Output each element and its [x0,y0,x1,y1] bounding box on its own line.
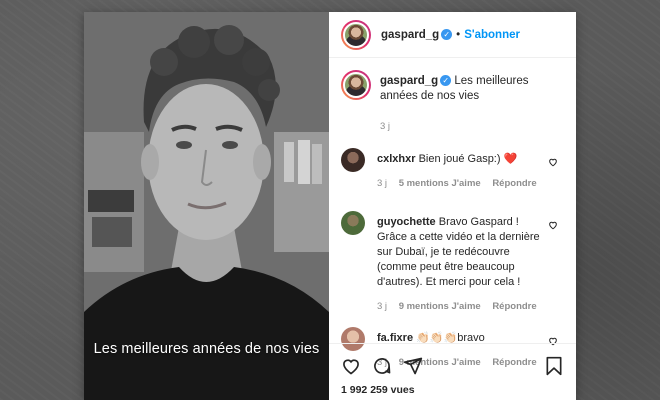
comment-time[interactable]: 3 j [377,301,387,312]
post-actions: 1 992 259 vues [329,343,576,400]
comment-item: cxlxhxr Bien joué Gasp:) ❤️ 3 j 5 mentio… [341,148,564,191]
share-icon[interactable] [403,356,423,376]
commenter-username[interactable]: guyochette [377,216,436,228]
comment-likes[interactable]: 5 mentions J'aime [399,178,481,189]
caption-author-avatar[interactable] [341,70,371,100]
verified-badge-icon: ✓ [441,29,453,40]
instagram-post: Les meilleures années de nos vies gaspar… [84,12,576,400]
comment-text: Bien joué Gasp:) ❤️ [418,153,518,165]
comment-heart-icon[interactable] [548,154,558,172]
caption-author[interactable]: gaspard_g [380,75,438,87]
comment-heart-icon[interactable] [548,217,558,235]
post-side-panel: gaspard_g ✓ • S'abonner gaspard_g ✓ Les m… [329,12,576,400]
bookmark-icon[interactable] [544,356,564,376]
reply-button[interactable]: Répondre [492,178,536,189]
view-count[interactable]: 1 992 259 vues [341,384,564,396]
commenter-avatar[interactable] [341,148,365,172]
caption-time[interactable]: 3 j [380,121,390,132]
post-caption: gaspard_g ✓ Les meilleures années de nos … [341,70,564,134]
commenter-username[interactable]: cxlxhxr [377,153,416,165]
comment-likes[interactable]: 9 mentions J'aime [399,301,481,312]
separator-dot: • [456,28,461,41]
comment-item: guyochette Bravo Gaspard ! Grâce a cette… [341,211,564,314]
comment-icon[interactable] [372,356,392,376]
comments-section: gaspard_g ✓ Les meilleures années de nos … [329,58,576,370]
author-username[interactable]: gaspard_g [381,29,439,41]
post-video[interactable]: Les meilleures années de nos vies [84,12,329,400]
post-header: gaspard_g ✓ • S'abonner [329,12,576,58]
commenter-avatar[interactable] [341,211,365,235]
author-avatar[interactable] [341,19,371,50]
comment-time[interactable]: 3 j [377,178,387,189]
follow-button[interactable]: S'abonner [464,29,520,41]
video-caption-overlay: Les meilleures années de nos vies [93,341,320,357]
verified-badge-icon: ✓ [440,75,452,87]
reply-button[interactable]: Répondre [492,301,536,312]
heart-icon[interactable] [341,356,361,376]
